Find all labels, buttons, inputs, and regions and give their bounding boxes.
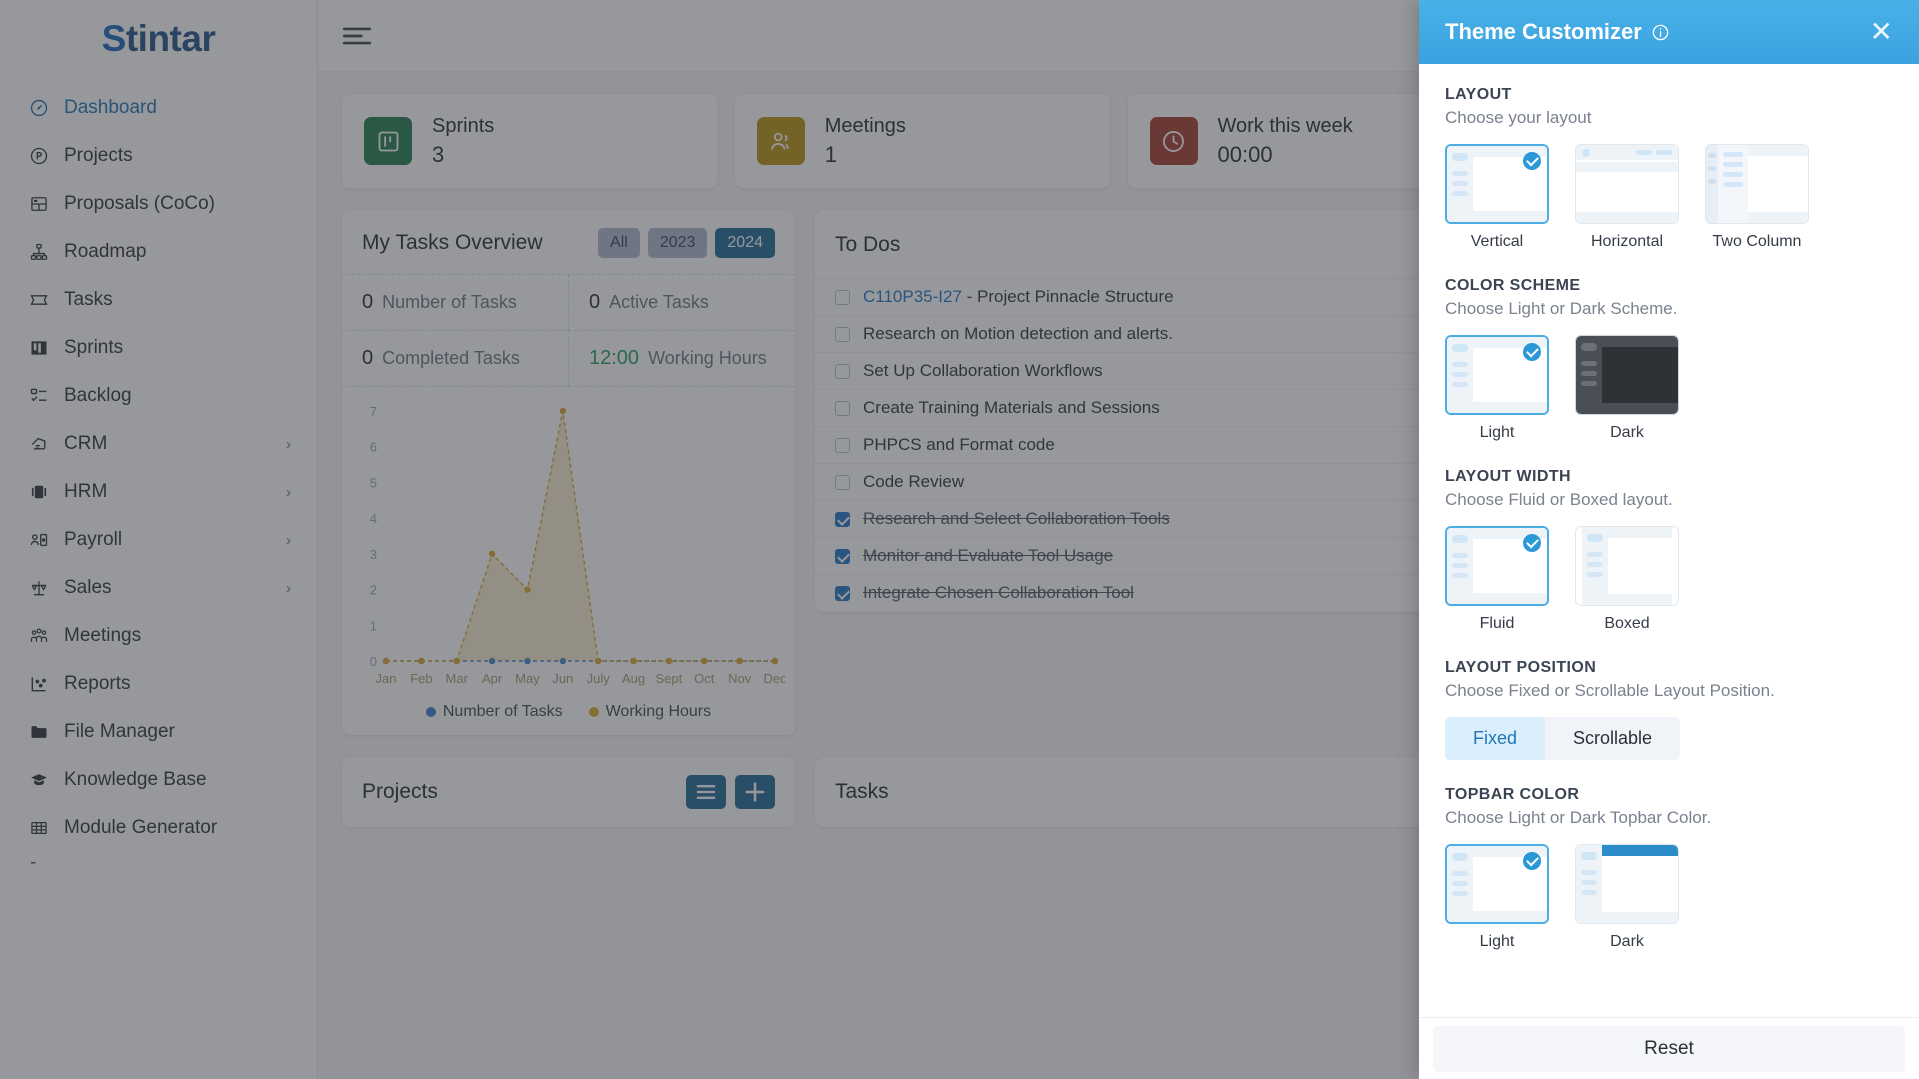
layout-width-option-boxed[interactable]	[1575, 526, 1679, 606]
section-subtitle: Choose Fluid or Boxed layout.	[1445, 490, 1673, 509]
section-topbar-color: TOPBAR COLOR Choose Light or Dark Topbar…	[1445, 786, 1893, 951]
section-subtitle: Choose Fixed or Scrollable Layout Positi…	[1445, 681, 1775, 700]
option-label: Boxed	[1604, 615, 1650, 632]
theme-customizer-panel: Theme Customizer ✕ LAYOUT Choose your la…	[1419, 0, 1919, 1079]
selected-check-icon	[1523, 852, 1541, 870]
layout-position-option-fixed[interactable]: Fixed	[1445, 717, 1546, 760]
topbar-color-option-dark[interactable]	[1575, 844, 1679, 924]
topbar-color-option-light[interactable]	[1445, 844, 1549, 924]
option-label: Horizontal	[1590, 233, 1664, 250]
section-title: LAYOUT	[1445, 86, 1512, 103]
section-title: LAYOUT WIDTH	[1445, 468, 1571, 485]
option-label: Two Column	[1712, 233, 1802, 250]
option-label: Light	[1479, 933, 1515, 950]
layout-option-vertical[interactable]	[1445, 144, 1549, 224]
selected-check-icon	[1523, 534, 1541, 552]
section-layout: LAYOUT Choose your layout Vertical Horiz…	[1445, 86, 1893, 251]
color-scheme-option-dark[interactable]	[1575, 335, 1679, 415]
section-subtitle: Choose Light or Dark Topbar Color.	[1445, 808, 1712, 827]
option-label: Vertical	[1470, 233, 1524, 250]
option-label: Fluid	[1479, 615, 1515, 632]
reset-button[interactable]: Reset	[1433, 1025, 1905, 1072]
customizer-header: Theme Customizer ✕	[1419, 0, 1919, 64]
customizer-footer: Reset	[1419, 1017, 1919, 1079]
section-layout-width: LAYOUT WIDTH Choose Fluid or Boxed layou…	[1445, 468, 1893, 633]
layout-position-segmented-control: Fixed Scrollable	[1445, 717, 1681, 760]
close-icon[interactable]: ✕	[1870, 18, 1893, 46]
section-subtitle: Choose Light or Dark Scheme.	[1445, 299, 1678, 318]
option-label: Dark	[1610, 424, 1644, 441]
section-subtitle: Choose your layout	[1445, 108, 1592, 127]
option-label: Light	[1479, 424, 1515, 441]
layout-position-option-scrollable[interactable]: Scrollable	[1545, 717, 1680, 760]
customizer-body: LAYOUT Choose your layout Vertical Horiz…	[1419, 64, 1919, 1017]
section-color-scheme: COLOR SCHEME Choose Light or Dark Scheme…	[1445, 277, 1893, 442]
info-circle-icon[interactable]	[1651, 23, 1670, 42]
section-title: COLOR SCHEME	[1445, 277, 1581, 294]
selected-check-icon	[1523, 152, 1541, 170]
selected-check-icon	[1523, 343, 1541, 361]
section-title: LAYOUT POSITION	[1445, 659, 1597, 676]
color-scheme-option-light[interactable]	[1445, 335, 1549, 415]
customizer-title: Theme Customizer	[1445, 19, 1642, 44]
option-label: Dark	[1610, 933, 1644, 950]
section-layout-position: LAYOUT POSITION Choose Fixed or Scrollab…	[1445, 659, 1893, 760]
layout-option-two-column[interactable]	[1705, 144, 1809, 224]
layout-option-horizontal[interactable]	[1575, 144, 1679, 224]
section-title: TOPBAR COLOR	[1445, 786, 1580, 803]
layout-width-option-fluid[interactable]	[1445, 526, 1549, 606]
